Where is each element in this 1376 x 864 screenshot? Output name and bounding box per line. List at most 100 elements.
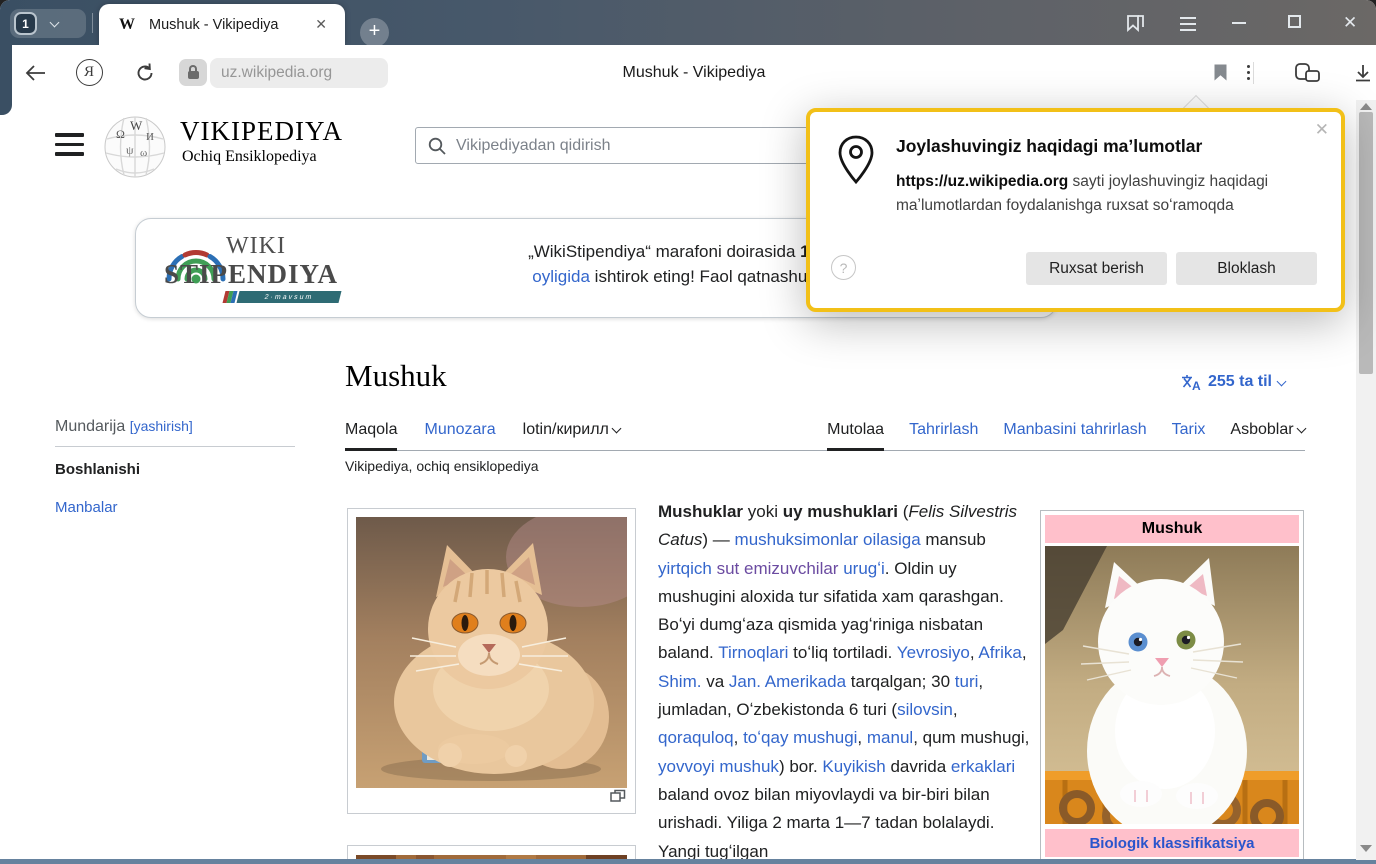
location-permission-popup: Joylashuvingiz haqidagi maʼlumotlar http… <box>806 108 1345 312</box>
browser-toolbar: Я uz.wikipedia.org Mushuk - Vikipediya <box>12 45 1376 100</box>
block-button[interactable]: Bloklash <box>1176 252 1317 285</box>
article-title: Mushuk <box>345 358 447 394</box>
article-tab-row: Maqola Munozara lotin/кирилл Mutolaa Tah… <box>345 416 1305 451</box>
scrollbar-down-arrow[interactable] <box>1360 845 1372 852</box>
url-text: uz.wikipedia.org <box>221 64 332 82</box>
browser-window: 1 W Mushuk - Vikipediya ✕ + ✕ Я <box>0 0 1376 864</box>
wikipedia-logo[interactable]: Ω W И ψ ω <box>102 112 168 185</box>
back-button[interactable] <box>20 45 50 100</box>
toc-header: Mundarija [yashirish] <box>55 418 295 436</box>
article-paragraph: Mushuklar yoki uy mushuklari (Felis Silv… <box>658 498 1034 864</box>
downloads-icon[interactable] <box>1348 45 1376 100</box>
maximize-button[interactable] <box>1288 12 1301 28</box>
tab-tahrirlash[interactable]: Tahrirlash <box>909 421 978 451</box>
kitten-photo[interactable] <box>1045 546 1299 824</box>
text-span: ) bor. <box>779 757 822 776</box>
more-options-icon[interactable] <box>1238 45 1258 100</box>
window-close-button[interactable]: ✕ <box>1343 13 1357 33</box>
site-security-button[interactable] <box>179 59 207 86</box>
reload-button[interactable] <box>130 45 160 100</box>
tab-mutolaa[interactable]: Mutolaa <box>827 421 884 451</box>
wikipedia-favicon: W <box>119 16 135 34</box>
text-link[interactable]: Kuyikish <box>822 757 885 776</box>
search-icon <box>428 137 446 155</box>
text-link[interactable]: Afrika <box>978 643 1021 662</box>
tab-maqola[interactable]: Maqola <box>345 421 397 451</box>
infobox-footer-link[interactable]: Biologik klassifikatsiya <box>1089 835 1254 852</box>
text-span: davrida <box>886 757 951 776</box>
infobox-footer-band[interactable]: Biologik klassifikatsiya <box>1045 829 1299 857</box>
scrollbar-up-arrow[interactable] <box>1360 103 1372 110</box>
tab-counter[interactable]: 1 <box>10 9 86 38</box>
text-link[interactable]: Tirnoqlari <box>718 643 788 662</box>
side-panel-icon[interactable] <box>1122 12 1148 39</box>
text-link[interactable]: yirtqich <box>658 559 712 578</box>
banner-link[interactable]: oyligida <box>532 267 590 286</box>
toc-item-boshlanishi[interactable]: Boshlanishi <box>55 461 295 478</box>
bookmark-icon[interactable] <box>1208 45 1232 100</box>
infobox-title: Mushuk <box>1142 520 1202 538</box>
text-span: toʻliq tortiladi. <box>788 643 896 662</box>
text-link[interactable]: turi <box>955 672 979 691</box>
banner-logo-word1: Wiki <box>226 233 286 260</box>
toc-hide-link[interactable]: [yashirish] <box>130 418 193 434</box>
new-tab-button[interactable]: + <box>360 18 389 47</box>
scrollbar-thumb[interactable] <box>1359 112 1373 374</box>
browser-tab-bar: 1 W Mushuk - Vikipediya ✕ + ✕ <box>0 0 1376 45</box>
lock-icon <box>188 71 199 79</box>
tab-manbasini-tahrirlash[interactable]: Manbasini tahrirlash <box>1003 421 1146 451</box>
popup-close-icon[interactable]: ✕ <box>1315 120 1329 140</box>
text-link[interactable]: erkaklari <box>951 757 1015 776</box>
browser-menu-icon[interactable] <box>1180 12 1196 31</box>
infobox-footer: Biologik klassifikatsiya <box>1045 829 1299 857</box>
text-link[interactable]: silovsin <box>897 700 953 719</box>
active-tab[interactable]: W Mushuk - Vikipediya ✕ <box>99 4 345 45</box>
article-image-cat[interactable] <box>347 508 636 814</box>
infobox-image[interactable] <box>1045 546 1299 829</box>
help-icon[interactable]: ? <box>831 255 856 280</box>
scrollbar[interactable] <box>1356 100 1376 860</box>
address-bar[interactable]: uz.wikipedia.org <box>210 58 388 88</box>
collections-icon[interactable] <box>1290 45 1326 100</box>
tab-asboblar[interactable]: Asboblar <box>1230 421 1305 451</box>
popup-body: https://uz.wikipedia.org sayti joylashuv… <box>896 170 1318 218</box>
svg-text:И: И <box>146 131 154 143</box>
text-link[interactable]: urugʻi <box>843 559 885 578</box>
toc-divider <box>55 446 295 447</box>
text-link[interactable]: Yevrosiyo <box>897 643 970 662</box>
infobox-header: Mushuk <box>1045 515 1299 543</box>
table-of-contents: Mundarija [yashirish] Boshlanishi Manbal… <box>55 418 295 516</box>
language-selector-button[interactable]: A 255 ta til <box>1181 373 1285 391</box>
language-count-label: 255 ta til <box>1208 373 1272 391</box>
wiki-logo-title[interactable]: Vikipediya <box>180 116 343 147</box>
tab-munozara[interactable]: Munozara <box>424 421 495 451</box>
tab-count-badge[interactable]: 1 <box>14 12 37 35</box>
tab-script-variant[interactable]: lotin/кирилл <box>523 421 621 451</box>
wiki-sidebar-menu-icon[interactable] <box>55 133 84 156</box>
enlarge-image-icon[interactable] <box>610 789 626 808</box>
tab-close-icon[interactable]: ✕ <box>309 14 333 35</box>
tab-tarix[interactable]: Tarix <box>1172 421 1206 451</box>
allow-button[interactable]: Ruxsat berish <box>1026 252 1167 285</box>
text-link[interactable]: yovvoyi mushuk <box>658 757 779 776</box>
svg-text:ψ: ψ <box>126 143 134 157</box>
banner-season-text: 2·mavsum <box>264 294 314 301</box>
window-bottom-edge <box>0 859 1376 864</box>
yandex-home-button[interactable]: Я <box>74 45 104 100</box>
text-link[interactable]: qoraquloq <box>658 728 734 747</box>
text-link[interactable]: mushuksimonlar oilasiga <box>735 530 921 549</box>
text-link[interactable]: Shim. <box>658 672 701 691</box>
tabbar-separator <box>92 13 93 33</box>
text-link[interactable]: toʻqay mushugi <box>743 728 857 747</box>
toc-item-manbalar[interactable]: Manbalar <box>55 499 295 516</box>
minimize-button[interactable] <box>1232 12 1246 24</box>
chevron-down-icon[interactable] <box>50 17 60 27</box>
text-span: ) — <box>702 530 734 549</box>
toc-title: Mundarija <box>55 418 125 435</box>
yandex-icon: Я <box>76 59 103 86</box>
cat-photo[interactable] <box>356 517 627 788</box>
text-link[interactable]: manul <box>867 728 913 747</box>
text-link[interactable]: sut emizuvchilar <box>717 559 839 578</box>
banner-line1: „WikiStipendiya“ marafoni doirasida <box>528 242 800 261</box>
text-link[interactable]: Jan. Amerikada <box>729 672 846 691</box>
